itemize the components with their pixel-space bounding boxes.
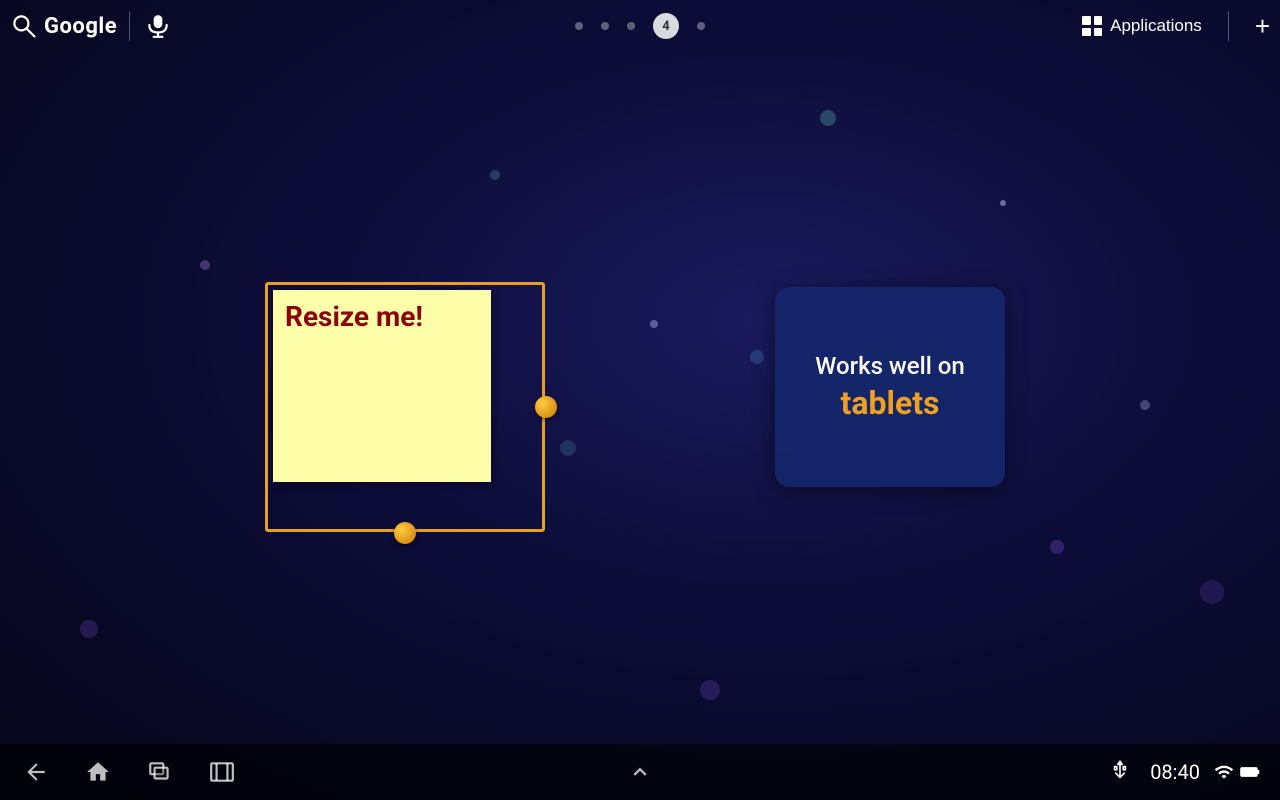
recents-button[interactable] [144, 756, 176, 788]
resize-handle-right[interactable] [535, 396, 557, 418]
dot-5[interactable] [697, 22, 705, 30]
tablet-widget-line2: tablets [841, 384, 940, 422]
battery-icon [1240, 762, 1260, 782]
search-icon [10, 12, 38, 40]
chevron-up-button[interactable] [624, 756, 656, 788]
tablet-widget: Works well on tablets [775, 287, 1005, 487]
sticky-note-widget[interactable]: Resize me! [265, 282, 545, 532]
sticky-note-text: Resize me! [273, 290, 491, 344]
nav-center [624, 756, 656, 788]
back-button[interactable] [20, 756, 52, 788]
search-area[interactable]: Google [10, 12, 117, 40]
topbar-divider [129, 11, 130, 41]
dot-2[interactable] [601, 22, 609, 30]
applications-button[interactable]: Applications [1082, 16, 1202, 36]
topbar-right-divider [1228, 11, 1229, 41]
screenshot-button[interactable] [206, 756, 238, 788]
dot-1[interactable] [575, 22, 583, 30]
clock: 08:40 [1150, 760, 1200, 784]
resize-handle-bottom[interactable] [394, 522, 416, 544]
mic-icon [145, 13, 171, 39]
bottombar: 08:40 [0, 744, 1280, 800]
nav-right: 08:40 [1104, 756, 1260, 788]
home-button[interactable] [82, 756, 114, 788]
applications-label: Applications [1110, 16, 1202, 36]
dot-3[interactable] [627, 22, 635, 30]
back-icon [23, 759, 49, 785]
chevron-up-icon [627, 759, 653, 785]
topbar-right: Applications + [1082, 11, 1270, 41]
screenshot-icon [209, 759, 235, 785]
tablet-widget-line1: Works well on [815, 352, 965, 380]
add-button[interactable]: + [1255, 13, 1270, 39]
google-logo: Google [44, 14, 117, 39]
usb-symbol [1107, 759, 1133, 785]
wifi-icon [1214, 762, 1234, 782]
mic-button[interactable] [142, 10, 174, 42]
recents-icon [147, 759, 173, 785]
status-icons [1214, 762, 1260, 782]
page-dots: 4 [575, 0, 705, 52]
main-content: Resize me! Works well on tablets [0, 52, 1280, 744]
dot-4-active[interactable]: 4 [653, 13, 679, 39]
home-icon [85, 759, 111, 785]
topbar: Google 4 Applications + [0, 0, 1280, 52]
nav-left [20, 756, 238, 788]
sticky-note: Resize me! [273, 290, 491, 482]
usb-icon [1104, 756, 1136, 788]
apps-grid-icon [1082, 16, 1102, 36]
